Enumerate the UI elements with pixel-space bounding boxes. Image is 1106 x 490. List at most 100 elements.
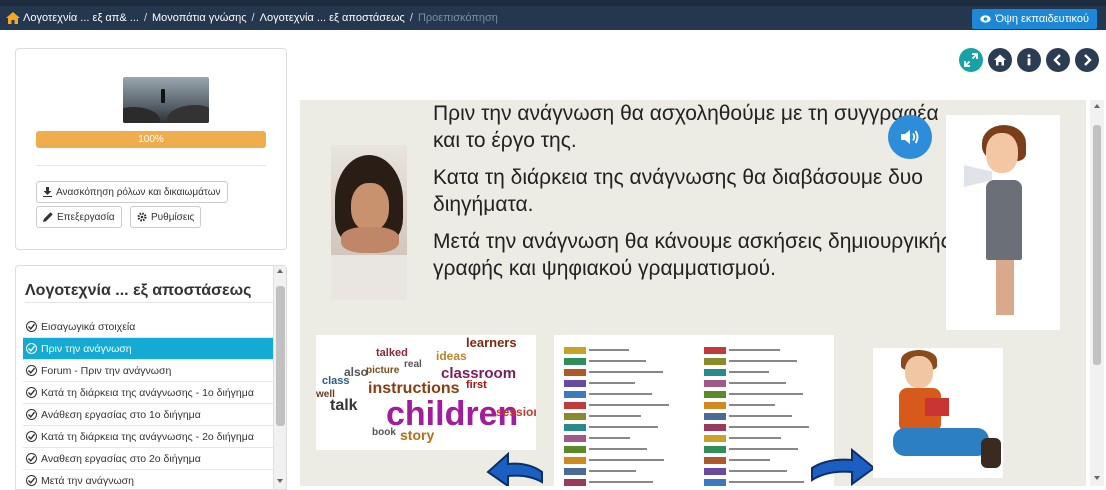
reading-boy-illustration bbox=[873, 348, 1003, 478]
worksheet-row bbox=[564, 400, 684, 410]
worksheet-row bbox=[704, 367, 824, 377]
toc-item[interactable]: Forum - Πριν την ανάγνωση bbox=[23, 360, 276, 382]
audio-button[interactable] bbox=[888, 115, 932, 159]
worksheet-row bbox=[564, 356, 684, 366]
toc-item[interactable]: Κατά τη διάρκεια της ανάγνωσης - 2ο διήγ… bbox=[23, 426, 276, 448]
divider bbox=[36, 165, 266, 166]
activity-nav bbox=[959, 48, 1099, 72]
word: first bbox=[466, 379, 487, 391]
check-circle-icon bbox=[26, 387, 37, 398]
top-bar: Λογοτεχνία ... εξ απ& ... / Μονοπάτια γν… bbox=[0, 0, 1106, 40]
eye-icon bbox=[980, 15, 992, 23]
worksheet-row bbox=[704, 433, 824, 443]
scroll-down-arrow-icon[interactable] bbox=[277, 479, 283, 483]
check-circle-icon bbox=[26, 343, 37, 354]
worksheet-row bbox=[704, 378, 824, 388]
word: class bbox=[322, 375, 350, 387]
edit-button[interactable]: Επεξεργασία bbox=[36, 206, 122, 228]
word: book bbox=[372, 427, 396, 438]
review-roles-button[interactable]: Ανασκόπηση ρόλων και δικαιωμάτων bbox=[36, 181, 228, 203]
activity-content: Πριν την ανάγνωση θα ασχοληθούμε με τη σ… bbox=[300, 100, 1086, 486]
breadcrumb-separator: / bbox=[409, 12, 413, 24]
scroll-down-arrow-icon[interactable] bbox=[1094, 476, 1100, 480]
worksheet-row bbox=[564, 422, 684, 432]
scroll-up-arrow-icon[interactable] bbox=[277, 269, 283, 273]
next-button[interactable] bbox=[1075, 48, 1099, 72]
toc-item-label: Ανάθεση εργασίας στο 1ο διήγημα bbox=[41, 408, 201, 421]
course-card: 100% Ανασκόπηση ρόλων και δικαιωμάτων Επ… bbox=[15, 48, 287, 250]
toc-list: Εισαγωγικά στοιχεία Πριν την ανάγνωση Fo… bbox=[23, 316, 276, 489]
toc-item-label: Forum - Πριν την ανάγνωση bbox=[41, 364, 172, 377]
word: talked bbox=[376, 347, 408, 359]
teacher-view-label: Όψη εκπαιδευτικού bbox=[995, 13, 1089, 25]
check-circle-icon bbox=[26, 453, 37, 464]
scrollbar-thumb[interactable] bbox=[1093, 125, 1101, 365]
check-circle-icon bbox=[26, 409, 37, 420]
toc-item-label: Κατά τη διάρκεια της ανάγνωσης - 1ο διήγ… bbox=[41, 386, 254, 399]
content-paragraph: Πριν την ανάγνωση θα ασχοληθούμε με τη σ… bbox=[433, 102, 939, 152]
breadcrumb-separator: / bbox=[143, 12, 147, 24]
megaphone-woman-illustration bbox=[946, 115, 1060, 330]
breadcrumb-current: Προεπισκόπηση bbox=[417, 12, 498, 24]
toc-item-label: Πριν την ανάγνωση bbox=[41, 342, 132, 355]
word: picture bbox=[366, 365, 400, 376]
expand-button[interactable] bbox=[959, 48, 983, 72]
worksheet-row bbox=[704, 444, 824, 454]
toc-scrollbar[interactable] bbox=[273, 266, 286, 489]
previous-button[interactable] bbox=[1046, 48, 1070, 72]
info-button[interactable] bbox=[1017, 48, 1041, 72]
worksheet-row bbox=[564, 455, 684, 465]
scrollbar-thumb[interactable] bbox=[276, 286, 285, 426]
word: story bbox=[400, 427, 435, 443]
word-cloud-image: children instructions classroom talk sto… bbox=[316, 335, 536, 450]
toc-item[interactable]: Κατά τη διάρκεια της ανάγνωσης - 1ο διήγ… bbox=[23, 382, 276, 404]
expand-icon bbox=[964, 53, 978, 67]
download-icon bbox=[43, 187, 52, 197]
volume-icon bbox=[901, 130, 919, 144]
author-portrait bbox=[331, 145, 407, 300]
breadcrumb-item[interactable]: Μονοπάτια γνώσης bbox=[152, 12, 247, 24]
breadcrumb-separator: / bbox=[251, 12, 255, 24]
content-text: Πριν την ανάγνωση θα ασχοληθούμε με τη σ… bbox=[433, 100, 953, 292]
toc-item[interactable]: Ανάθεση εργασίας στο 1ο διήγημα bbox=[23, 404, 276, 426]
worksheet-row bbox=[564, 411, 684, 421]
word: instructions bbox=[368, 380, 460, 397]
worksheet-row bbox=[564, 345, 684, 355]
word: session bbox=[496, 405, 536, 419]
chevron-right-icon bbox=[1084, 54, 1092, 66]
content-scrollbar[interactable] bbox=[1090, 100, 1104, 486]
worksheet-row bbox=[704, 477, 824, 486]
worksheet-row bbox=[564, 433, 684, 443]
breadcrumb-item[interactable]: Λογοτεχνία ... εξ απ& ... bbox=[23, 12, 139, 24]
settings-label: Ρυθμίσεις bbox=[151, 211, 195, 223]
scroll-up-arrow-icon[interactable] bbox=[1094, 104, 1100, 108]
worksheet-row bbox=[564, 444, 684, 454]
worksheet-row bbox=[704, 356, 824, 366]
toc-item[interactable]: Εισαγωγικά στοιχεία bbox=[23, 316, 276, 338]
forward-arrow-icon[interactable] bbox=[810, 448, 876, 486]
worksheet-row bbox=[704, 345, 824, 355]
worksheet-row bbox=[564, 389, 684, 399]
toc-item-label: Εισαγωγικά στοιχεία bbox=[41, 320, 136, 333]
teacher-view-button[interactable]: Όψη εκπαιδευτικού bbox=[972, 9, 1097, 29]
back-arrow-icon[interactable] bbox=[486, 448, 544, 486]
check-circle-icon bbox=[26, 365, 37, 376]
progress-bar: 100% bbox=[36, 131, 266, 148]
toc-item[interactable]: Μετά την ανάγνωση bbox=[23, 470, 276, 489]
home-icon bbox=[994, 54, 1006, 66]
course-toc: Λογοτεχνία ... εξ αποστάσεως Εισαγωγικά … bbox=[15, 265, 287, 490]
worksheet-row bbox=[564, 466, 684, 476]
toc-item[interactable]: Αναθεση εργασίας στο 2ο διήγημα bbox=[23, 448, 276, 470]
word: real bbox=[404, 359, 422, 370]
settings-button[interactable]: Ρυθμίσεις bbox=[130, 206, 202, 228]
worksheet-row bbox=[704, 389, 824, 399]
check-circle-icon bbox=[26, 321, 37, 332]
worksheet-row bbox=[704, 422, 824, 432]
review-roles-label: Ανασκόπηση ρόλων και δικαιωμάτων bbox=[56, 186, 221, 198]
home-button[interactable] bbox=[988, 48, 1012, 72]
toc-item-active[interactable]: Πριν την ανάγνωση bbox=[23, 338, 276, 360]
home-icon[interactable] bbox=[6, 12, 20, 24]
breadcrumb-item[interactable]: Λογοτεχνία ... εξ αποστάσεως bbox=[260, 12, 405, 24]
breadcrumb: Λογοτεχνία ... εξ απ& ... / Μονοπάτια γν… bbox=[0, 6, 1106, 30]
worksheet-image bbox=[554, 335, 834, 486]
